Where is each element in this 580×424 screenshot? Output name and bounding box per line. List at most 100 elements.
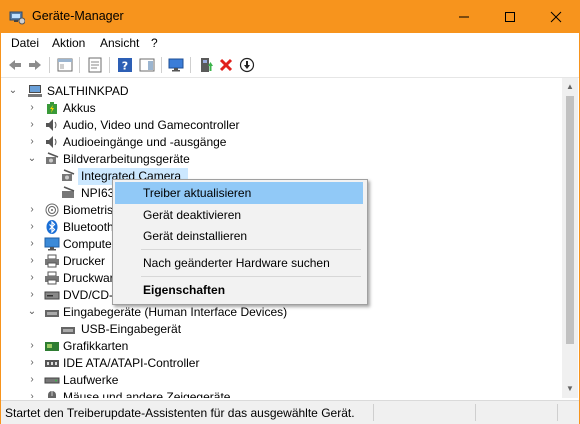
tree-item-label: Akkus — [63, 101, 96, 115]
status-bar: Startet den Treiberupdate-Assistenten fü… — [1, 400, 579, 424]
menu-ansicht[interactable]: Ansicht — [100, 36, 139, 50]
status-separator — [475, 404, 476, 421]
printer-icon — [44, 253, 60, 269]
hid-icon — [44, 304, 60, 320]
context-menu: Treiber aktualisieren Gerät deaktivieren… — [112, 179, 368, 305]
disc-drive-icon — [44, 287, 60, 303]
minimize-button[interactable] — [441, 1, 487, 33]
menu-item-label: Treiber aktualisieren — [143, 186, 252, 200]
tree-item-label: Mäuse und andere Zeigegeräte — [63, 390, 231, 398]
back-arrow-icon[interactable] — [6, 56, 24, 74]
help-icon[interactable]: ? — [116, 56, 134, 74]
chevron-right-icon[interactable]: › — [27, 204, 37, 216]
tree-item-label: Computer — [63, 237, 116, 251]
chevron-right-icon[interactable]: › — [27, 357, 37, 369]
chevron-right-icon[interactable]: › — [27, 391, 37, 398]
tree-item-usb-input[interactable]: USB-Eingabegerät — [1, 321, 561, 338]
ide-controller-icon — [44, 355, 60, 371]
chevron-right-icon[interactable]: › — [27, 340, 37, 352]
vertical-scrollbar[interactable]: ▲ ▼ — [562, 78, 578, 398]
maximize-button[interactable] — [487, 1, 533, 33]
tree-item-label: Laufwerke — [63, 373, 119, 387]
tree-item-mice[interactable]: › Mäuse und andere Zeigegeräte — [1, 389, 561, 398]
tree-item-graphics[interactable]: › Grafikkarten — [1, 338, 561, 355]
menu-item-label: Nach geänderter Hardware suchen — [143, 256, 330, 270]
camera-icon — [60, 168, 76, 184]
tree-item-imaging[interactable]: ⌄ Bildverarbeitungsgeräte — [1, 151, 561, 168]
tree-root[interactable]: ⌄ SALTHINKPAD — [1, 83, 561, 100]
chevron-right-icon[interactable]: › — [27, 289, 37, 301]
menu-aktion[interactable]: Aktion — [52, 36, 85, 50]
tree-item-ide[interactable]: › IDE ATA/ATAPI-Controller — [1, 355, 561, 372]
chevron-down-icon[interactable]: ⌄ — [27, 306, 37, 318]
close-button[interactable] — [533, 1, 579, 33]
speaker-icon — [44, 117, 60, 133]
tree-item-label: Audio, Video und Gamecontroller — [63, 118, 240, 132]
printer-icon — [44, 270, 60, 286]
tree-item-audio-io[interactable]: › Audioeingänge und -ausgänge — [1, 134, 561, 151]
scroll-up-icon[interactable]: ▲ — [566, 82, 574, 91]
toolbar-separator — [190, 57, 191, 73]
tree-item-label: USB-Eingabegerät — [81, 322, 182, 336]
speaker-icon — [44, 134, 60, 150]
console-tree-icon[interactable] — [56, 56, 74, 74]
chevron-right-icon[interactable]: › — [27, 136, 37, 148]
forward-arrow-icon[interactable] — [26, 56, 44, 74]
chevron-right-icon[interactable]: › — [27, 119, 37, 131]
camera-icon — [44, 151, 60, 167]
tree-root-label: SALTHINKPAD — [47, 84, 129, 98]
tree-item-label: Grafikkarten — [63, 339, 129, 353]
chevron-right-icon[interactable]: › — [27, 221, 37, 233]
battery-icon — [44, 100, 60, 116]
menu-item-uninstall-device[interactable]: Gerät deinstallieren — [115, 225, 363, 247]
tree-item-label: Drucker — [63, 254, 106, 268]
chevron-right-icon[interactable]: › — [27, 102, 37, 114]
monitor-icon — [44, 236, 60, 252]
tree-item-drives[interactable]: › Laufwerke — [1, 372, 561, 389]
menu-help[interactable]: ? — [151, 36, 158, 50]
toolbar-separator — [79, 57, 80, 73]
disk-drive-icon — [44, 372, 60, 388]
menu-datei[interactable]: Datei — [11, 36, 39, 50]
chevron-right-icon[interactable]: › — [27, 374, 37, 386]
menu-bar: Datei Aktion Ansicht ? — [1, 33, 579, 53]
chevron-down-icon[interactable]: ⌄ — [27, 153, 37, 165]
tree-item-label: Bildverarbeitungsgeräte — [63, 152, 190, 166]
menu-separator — [141, 276, 361, 277]
disable-device-icon[interactable] — [238, 56, 256, 74]
toolbar: ? — [1, 53, 579, 78]
tree-item-label: Druckwart — [63, 271, 118, 285]
scroll-down-icon[interactable]: ▼ — [566, 384, 574, 393]
chevron-right-icon[interactable]: › — [27, 238, 37, 250]
hid-icon — [60, 321, 76, 337]
tree-item-label: IDE ATA/ATAPI-Controller — [63, 356, 200, 370]
properties-sheet-icon[interactable] — [86, 56, 104, 74]
menu-item-update-driver[interactable]: Treiber aktualisieren — [115, 182, 363, 204]
chevron-right-icon[interactable]: › — [27, 272, 37, 284]
tree-item-akkus[interactable]: › Akkus — [1, 100, 561, 117]
toolbar-separator — [49, 57, 50, 73]
title-bar[interactable]: Geräte-Manager — [1, 1, 579, 33]
menu-item-properties[interactable]: Eigenschaften — [115, 279, 363, 301]
status-text: Startet den Treiberupdate-Assistenten fü… — [5, 406, 355, 420]
status-separator — [557, 404, 558, 421]
toolbar-separator — [109, 57, 110, 73]
menu-item-scan-hardware[interactable]: Nach geänderter Hardware suchen — [115, 252, 363, 274]
tree-item-label: Audioeingänge und -ausgänge — [63, 135, 227, 149]
menu-item-disable-device[interactable]: Gerät deaktivieren — [115, 204, 363, 226]
monitor-icon[interactable] — [167, 56, 185, 74]
tree-item-audio-video[interactable]: › Audio, Video und Gamecontroller — [1, 117, 561, 134]
action-pane-icon[interactable] — [138, 56, 156, 74]
device-manager-window: Geräte-Manager Datei Aktion Ansicht ? ? … — [0, 0, 580, 424]
window-title: Geräte-Manager — [32, 9, 124, 23]
tree-item-label: Biometris — [63, 203, 114, 217]
svg-text:?: ? — [122, 60, 128, 73]
update-driver-icon[interactable] — [197, 56, 215, 74]
tree-item-label: Bluetooth — [63, 220, 114, 234]
chevron-right-icon[interactable]: › — [27, 255, 37, 267]
mouse-icon — [44, 389, 60, 398]
uninstall-x-icon[interactable] — [217, 56, 235, 74]
tree-item-hid[interactable]: ⌄ Eingabegeräte (Human Interface Devices… — [1, 304, 561, 321]
chevron-down-icon[interactable]: ⌄ — [8, 85, 18, 97]
scrollbar-thumb[interactable] — [566, 96, 574, 344]
